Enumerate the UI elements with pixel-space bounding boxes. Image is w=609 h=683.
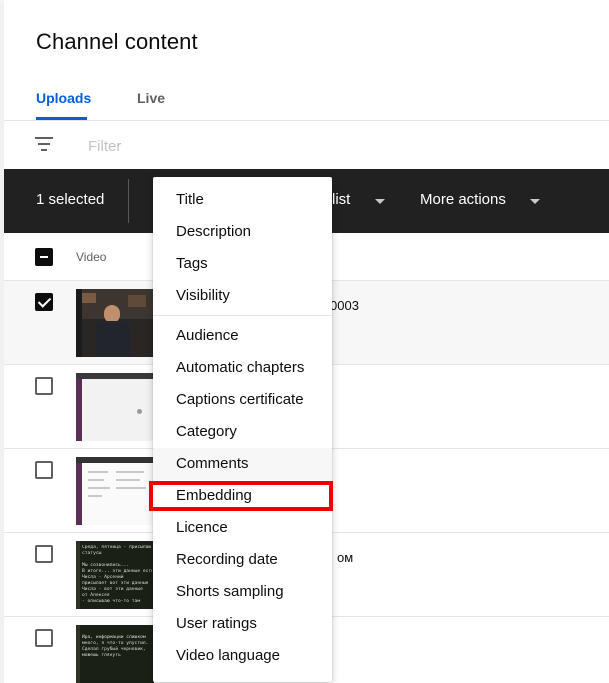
video-thumbnail[interactable]: Ира, информации слишком много, я что-то … bbox=[76, 625, 154, 683]
row-checkbox[interactable] bbox=[35, 377, 53, 395]
action-bar-divider bbox=[128, 179, 129, 223]
menu-item-embedding[interactable]: Embedding bbox=[153, 480, 332, 512]
row-checkbox[interactable] bbox=[35, 461, 53, 479]
more-actions-chevron-down-icon[interactable] bbox=[530, 199, 540, 204]
filter-input[interactable] bbox=[88, 135, 568, 157]
video-thumbnail[interactable] bbox=[76, 457, 154, 525]
tab-live[interactable]: Live bbox=[137, 90, 165, 106]
video-title[interactable]: ом bbox=[337, 550, 353, 565]
active-tab-indicator bbox=[36, 117, 87, 120]
thumbnail-text: Среда, пятница - присылаю статусы Мы соз… bbox=[82, 545, 152, 604]
menu-item-video-language[interactable]: Video language bbox=[153, 640, 332, 672]
filter-row bbox=[4, 121, 609, 169]
tab-uploads[interactable]: Uploads bbox=[36, 90, 91, 106]
menu-item-captions-certificate[interactable]: Captions certificate bbox=[153, 384, 332, 416]
menu-item-category[interactable]: Category bbox=[153, 416, 332, 448]
menu-item-tags[interactable]: Tags bbox=[153, 248, 332, 280]
menu-item-comments[interactable]: Comments bbox=[153, 448, 332, 480]
select-all-checkbox[interactable] bbox=[35, 248, 53, 266]
thumbnail-text: Ира, информации слишком много, я что-то … bbox=[82, 635, 149, 658]
menu-item-description[interactable]: Description bbox=[153, 216, 332, 248]
menu-divider bbox=[153, 315, 332, 316]
playlist-chevron-down-icon[interactable] bbox=[375, 199, 385, 204]
menu-item-title[interactable]: Title bbox=[153, 184, 332, 216]
video-thumbnail[interactable]: Среда, пятница - присылаю статусы Мы соз… bbox=[76, 541, 154, 609]
filter-icon[interactable] bbox=[34, 136, 54, 152]
tab-bar: Uploads Live bbox=[4, 80, 609, 121]
more-actions-button[interactable]: More actions bbox=[420, 191, 506, 208]
menu-item-automatic-chapters[interactable]: Automatic chapters bbox=[153, 352, 332, 384]
row-checkbox[interactable] bbox=[35, 629, 53, 647]
row-checkbox[interactable] bbox=[35, 293, 53, 311]
video-title[interactable]: 0003 bbox=[330, 298, 359, 313]
row-checkbox[interactable] bbox=[35, 545, 53, 563]
video-thumbnail[interactable] bbox=[76, 373, 154, 441]
menu-item-audience[interactable]: Audience bbox=[153, 320, 332, 352]
add-to-playlist-button[interactable]: list bbox=[332, 191, 350, 208]
selected-count: 1 selected bbox=[36, 191, 105, 208]
page-title: Channel content bbox=[36, 29, 198, 54]
menu-item-visibility[interactable]: Visibility bbox=[153, 280, 332, 312]
menu-item-user-ratings[interactable]: User ratings bbox=[153, 608, 332, 640]
menu-item-recording-date[interactable]: Recording date bbox=[153, 544, 332, 576]
column-header-video: Video bbox=[76, 250, 107, 264]
menu-item-licence[interactable]: Licence bbox=[153, 512, 332, 544]
edit-fields-dropdown-menu: Title Description Tags Visibility Audien… bbox=[153, 177, 332, 682]
menu-item-shorts-sampling[interactable]: Shorts sampling bbox=[153, 576, 332, 608]
video-thumbnail[interactable] bbox=[76, 289, 154, 357]
